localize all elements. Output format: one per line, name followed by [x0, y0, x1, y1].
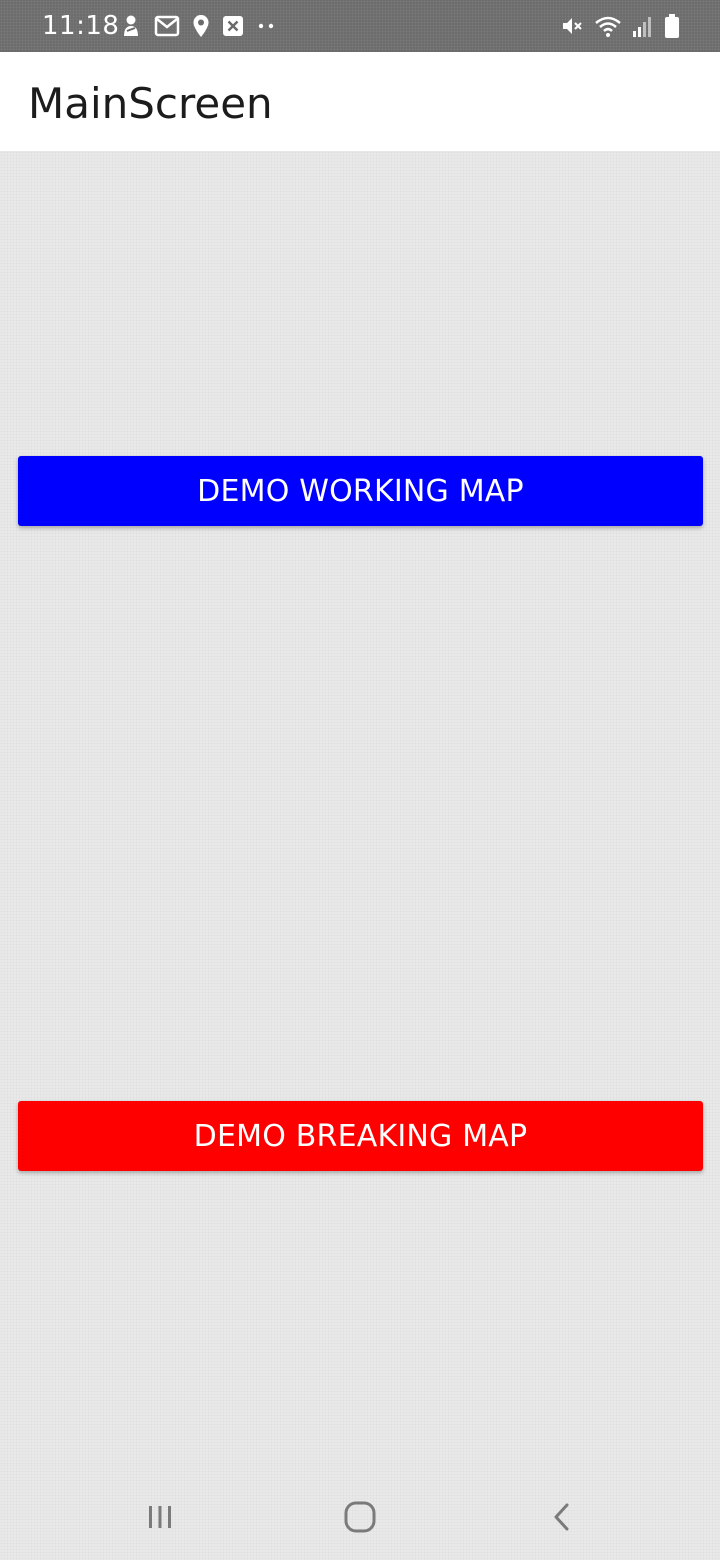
status-bar: 11:18: [0, 0, 720, 52]
status-right-icons: [560, 13, 680, 39]
wifi-icon: [594, 14, 622, 38]
app-bar: MainScreen: [0, 52, 720, 151]
demo-working-map-button[interactable]: DEMO WORKING MAP: [18, 456, 703, 526]
location-icon: [192, 14, 210, 38]
page-title: MainScreen: [28, 79, 273, 128]
status-left-icons: [120, 13, 276, 39]
signal-icon: [632, 14, 654, 38]
more-dots-icon: [256, 22, 276, 30]
gmail-icon: [154, 15, 180, 37]
person-notification-icon: [120, 14, 142, 38]
main-content: DEMO WORKING MAP DEMO BREAKING MAP: [0, 151, 720, 1464]
recents-icon: [145, 1503, 175, 1536]
close-box-icon: [222, 15, 244, 37]
battery-icon: [664, 13, 680, 39]
back-button[interactable]: [532, 1494, 592, 1544]
status-time: 11:18: [42, 11, 120, 41]
mute-icon: [560, 14, 584, 38]
demo-breaking-map-button[interactable]: DEMO BREAKING MAP: [18, 1101, 703, 1171]
home-button[interactable]: [330, 1494, 390, 1544]
navigation-bar: [0, 1464, 720, 1560]
back-icon: [550, 1502, 574, 1537]
recents-button[interactable]: [130, 1494, 190, 1544]
home-icon: [343, 1500, 377, 1539]
